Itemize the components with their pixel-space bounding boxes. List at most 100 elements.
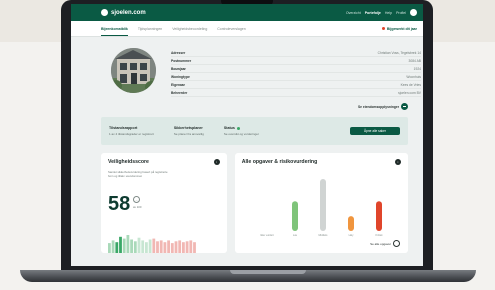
safety-score-card: Veiligheidsscore i Samlet sikkerhetsvurd…: [101, 153, 227, 253]
trend-icon: →: [133, 196, 140, 203]
histogram-bar: [163, 242, 167, 253]
detail-row: Postnummer 3084 AB: [171, 57, 421, 65]
top-bar: sjoelen.com Overzicht Portefolje Help Pr…: [71, 4, 423, 21]
detail-label: Postnummer: [171, 58, 192, 63]
histogram-bar: [182, 242, 185, 253]
detail-label: Eigenaar: [171, 82, 185, 87]
histogram-bar: [119, 236, 122, 253]
open-all-button[interactable]: Åpne alle saker: [350, 127, 400, 135]
histogram-bar: [178, 240, 182, 253]
detail-row: Beheerder sjoelen.com BV: [171, 89, 421, 97]
detail-value: sjoelen.com BV: [398, 90, 421, 95]
risk-card: Alle opgaver & risikovurdering i Ikke vu…: [234, 153, 408, 253]
tab-tijdsplanningen[interactable]: Tijdsplanningen: [138, 27, 162, 31]
histogram-bar: [167, 240, 170, 253]
property-details: Adresser Christian Voss, Tegelsbrek 14 P…: [171, 49, 421, 97]
histogram-bar: [111, 240, 115, 253]
detail-value: Woonhuis: [406, 74, 421, 79]
status-item[interactable]: Sikkerhetsplaner Se planer fra ansvarlig: [174, 126, 204, 136]
detail-label: Adresser: [171, 50, 186, 55]
info-icon[interactable]: i: [213, 159, 220, 165]
detail-value: 3084 AB: [408, 58, 421, 63]
status-ok-icon: [236, 126, 240, 130]
status-title: Status: [223, 126, 235, 130]
logo-icon: [101, 9, 108, 16]
risk-column-label: Lav: [293, 233, 298, 237]
histogram-bar: [159, 240, 163, 253]
updated-indicator[interactable]: Bijgewerkt dit jaar: [381, 26, 417, 31]
status-item[interactable]: Status Se oversikt og vurderinger: [224, 126, 259, 136]
histogram-bar: [174, 241, 178, 253]
risk-column-label: Høy: [348, 233, 353, 237]
house-image: [111, 48, 156, 93]
histogram-bar: [141, 240, 145, 253]
updated-label: Bijgewerkt dit jaar: [386, 26, 417, 31]
logo-text: sjoelen.com: [111, 9, 146, 16]
top-link-help[interactable]: Help: [385, 11, 392, 15]
laptop-bezel: sjoelen.com Overzicht Portefolje Help Pr…: [61, 0, 433, 272]
safety-score-value: 58: [108, 193, 131, 215]
tab-controleverslagen[interactable]: Controleverslagen: [217, 27, 245, 31]
risk-chart: Ikke vurdert Lav Middels Høy Kritisk: [260, 179, 383, 237]
safety-card-title: Veiligheidsscore: [108, 159, 149, 165]
top-link-overzicht[interactable]: Overzicht: [346, 11, 361, 15]
status-item[interactable]: Tilstandsrapport 1 av 4 tilstandsgrader …: [109, 126, 154, 136]
sub-navigation: Bijeenkomstblik Tijdsplanningen Veilighe…: [71, 21, 423, 37]
top-link-profiel[interactable]: Profiel: [396, 11, 406, 15]
risk-column-label: Middels: [318, 233, 328, 237]
top-link-portefolje[interactable]: Portefolje: [365, 11, 381, 15]
base-notch: [230, 270, 306, 274]
user-avatar-icon[interactable]: [410, 9, 417, 16]
detail-value: 1924: [413, 66, 421, 71]
detail-row: Eigenaar Kees de Vries: [171, 81, 421, 89]
cards-row: Veiligheidsscore i Samlet sikkerhetsvurd…: [101, 153, 408, 253]
histogram-bar: [122, 238, 126, 253]
histogram-bar: [152, 238, 156, 253]
histogram-svg: [108, 235, 196, 253]
risk-column[interactable]: [375, 201, 382, 231]
risk-column[interactable]: [291, 201, 298, 231]
all-tasks-link[interactable]: Se alle opgaver: [370, 240, 400, 247]
safety-score-label: av 100: [133, 205, 142, 209]
property-profile: Adresser Christian Voss, Tegelsbrek 14 P…: [101, 37, 421, 113]
histogram-bar: [130, 239, 133, 253]
tab-veiligheidsbeoordeling[interactable]: Veiligheidsbeoordeling: [172, 27, 207, 31]
histogram-bar: [156, 241, 159, 253]
histogram-bar: [185, 241, 189, 253]
status-sub: Se planer fra ansvarlig: [173, 132, 204, 136]
risk-column-label: Kritisk: [375, 233, 383, 237]
status-title: Sikkerhetsplaner: [173, 126, 203, 130]
risk-column[interactable]: [347, 216, 354, 231]
property-photo: [111, 48, 156, 93]
risk-column-label: Ikke vurdert: [260, 233, 274, 237]
histogram-bar: [137, 237, 141, 253]
laptop-screen: sjoelen.com Overzicht Portefolje Help Pr…: [71, 4, 423, 266]
main-content: Adresser Christian Voss, Tegelsbrek 14 P…: [71, 37, 423, 253]
detail-label: Bouwjaar: [171, 66, 186, 71]
histogram-bar: [108, 243, 111, 253]
histogram-bar: [148, 239, 152, 253]
histogram-bar: [193, 242, 196, 253]
detail-label: Woningtype: [171, 74, 190, 79]
flag-icon: [381, 27, 385, 30]
detail-value: Christian Voss, Tegelsbrek 14: [377, 50, 421, 55]
laptop-base: [20, 270, 476, 282]
detail-label: Beheerder: [171, 90, 188, 95]
risk-column[interactable]: [319, 179, 326, 231]
score-histogram: [108, 233, 227, 253]
detail-value: Kees de Vries: [400, 82, 421, 87]
status-sub: 1 av 4 tilstandsgrader er registrert: [109, 132, 154, 136]
detail-row: Woningtype Woonhuis: [171, 73, 421, 81]
histogram-bar: [115, 242, 119, 253]
histogram-bar: [170, 243, 174, 253]
logo[interactable]: sjoelen.com: [101, 9, 146, 16]
status-title: Tilstandsrapport: [109, 126, 138, 130]
tab-bijeenkomstblik[interactable]: Bijeenkomstblik: [101, 27, 128, 36]
safety-card-description: Samlet sikkerhetsvurdering basert på reg…: [108, 170, 168, 178]
status-sub: Se oversikt og vurderinger: [223, 132, 259, 136]
detail-row: Adresser Christian Voss, Tegelsbrek 14: [171, 49, 421, 57]
status-title-wrap: Status: [224, 126, 259, 130]
arrow-right-icon: [401, 103, 408, 110]
histogram-bar: [145, 242, 148, 253]
more-details-link[interactable]: Se eiendomsopplysninger: [358, 103, 408, 110]
